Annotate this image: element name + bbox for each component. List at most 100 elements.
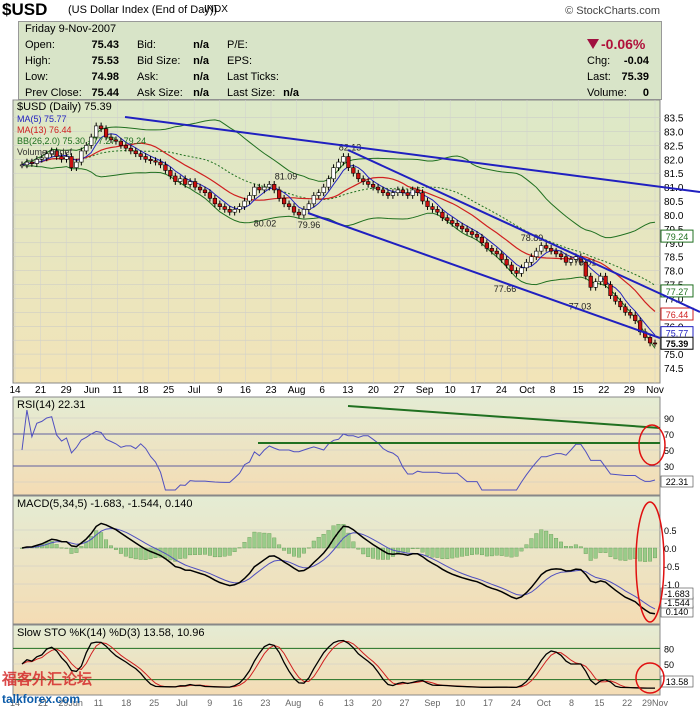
macd-histogram-bar [450, 547, 455, 559]
legend-bb: BB(26,2.0) 75.30 - 77.27 - 79.24 [17, 136, 146, 146]
macd-histogram-bar [292, 547, 296, 557]
candle-body [623, 306, 628, 313]
macd-histogram-bar [222, 547, 227, 557]
macd-histogram-bar [564, 546, 568, 549]
candle-body [227, 209, 232, 213]
bottom-xtick: 20 [372, 698, 382, 708]
candle-body [247, 195, 252, 202]
candle-body [366, 181, 371, 185]
price-annotation: 79.96 [298, 220, 321, 230]
price-xtick: 16 [240, 385, 252, 396]
price-xtick: Jul [188, 385, 201, 396]
candle-body [420, 192, 425, 202]
macd-histogram-bar [207, 547, 212, 556]
bottom-xtick: Jul [176, 698, 188, 708]
price-annotation: 81.09 [275, 172, 298, 182]
macd-histogram-bar [118, 547, 123, 554]
candle-body [311, 195, 316, 205]
candle-body [272, 184, 277, 191]
macd-histogram-bar [593, 547, 598, 559]
ind-tag: 13.58 [666, 677, 689, 687]
macd-histogram-bar [618, 547, 623, 561]
price-xtick: 18 [137, 385, 149, 396]
candle-body [222, 206, 227, 210]
candle-body [252, 186, 257, 196]
ind-ytick: 0.5 [664, 526, 677, 536]
chart-svg: 83.583.082.582.081.581.080.580.079.579.0… [9, 99, 700, 708]
candle-body [158, 161, 163, 166]
candle-body [504, 259, 509, 266]
macd-histogram-bar [54, 544, 59, 549]
candle-body [168, 170, 173, 177]
macd-histogram-bar [578, 546, 583, 549]
candle-body [183, 178, 188, 185]
candle-body [410, 189, 415, 196]
candle-body [371, 184, 376, 188]
candle-body [588, 275, 593, 288]
candle-body [79, 150, 84, 163]
price-ytick: 81.5 [664, 169, 684, 180]
macd-histogram-bar [212, 547, 217, 558]
candle-body [390, 192, 395, 196]
candle-body [499, 253, 504, 260]
candle-body [24, 161, 30, 166]
candle-body [568, 259, 574, 263]
macd-histogram-bar [499, 547, 504, 556]
macd-histogram-bar [193, 547, 198, 555]
macd-histogram-bar [74, 547, 79, 553]
candle-body [74, 161, 79, 168]
price-xtick: 25 [163, 385, 175, 396]
candle-body [494, 250, 499, 255]
candle-body [326, 178, 331, 188]
candle-body [197, 186, 203, 191]
candle-body [138, 153, 143, 157]
macd-histogram-bar [568, 546, 573, 549]
macd-histogram-bar [198, 547, 202, 555]
macd-histogram-bar [242, 542, 247, 549]
macd-histogram-bar [247, 537, 252, 549]
bottom-xtick: 9 [207, 698, 212, 708]
candle-body [430, 206, 435, 210]
macd-histogram-bar [524, 544, 529, 549]
candle-body [509, 264, 514, 271]
candle-body [558, 253, 564, 257]
candle-body [618, 300, 623, 308]
bottom-xtick: 29Nov [642, 698, 669, 708]
candle-body [232, 209, 237, 213]
candle-body [361, 178, 366, 182]
macd-histogram-bar [94, 530, 99, 549]
candle-body [464, 228, 470, 232]
watermark-url: talkforex.com [2, 692, 81, 706]
bottom-xtick: 23 [260, 698, 270, 708]
candle-body [445, 217, 450, 221]
bottom-xtick: 6 [319, 698, 324, 708]
bottom-xtick: 17 [483, 698, 493, 708]
bottom-xtick: 24 [511, 698, 521, 708]
candle-body [455, 223, 460, 227]
legend-ma13: MA(13) 76.44 [17, 125, 72, 135]
price-ytick: 83.0 [664, 127, 684, 138]
candle-body [598, 275, 603, 283]
macd-histogram-bar [183, 547, 188, 559]
candle-body [341, 156, 346, 163]
candle-body [163, 164, 168, 171]
macd-histogram-bar [104, 539, 109, 549]
macd-histogram-bar [608, 547, 613, 557]
candle-body [534, 250, 539, 257]
candle-body [29, 161, 34, 164]
macd-histogram-bar [168, 547, 173, 561]
macd-histogram-bar [306, 547, 311, 549]
candle-body [460, 225, 465, 230]
macd-histogram-bar [534, 533, 539, 549]
macd-histogram-bar [371, 547, 376, 559]
macd-histogram-bar [435, 547, 440, 558]
macd-histogram-bar [395, 547, 400, 553]
ind-ytick: 70 [664, 430, 674, 440]
rsi-panel [12, 396, 661, 496]
macd-histogram-bar [114, 547, 118, 550]
macd-histogram-bar [638, 547, 643, 562]
price-ytick: 78.5 [664, 253, 684, 264]
macd-histogram-bar [648, 547, 653, 562]
candle-body [351, 167, 356, 174]
candle-body [652, 342, 658, 345]
